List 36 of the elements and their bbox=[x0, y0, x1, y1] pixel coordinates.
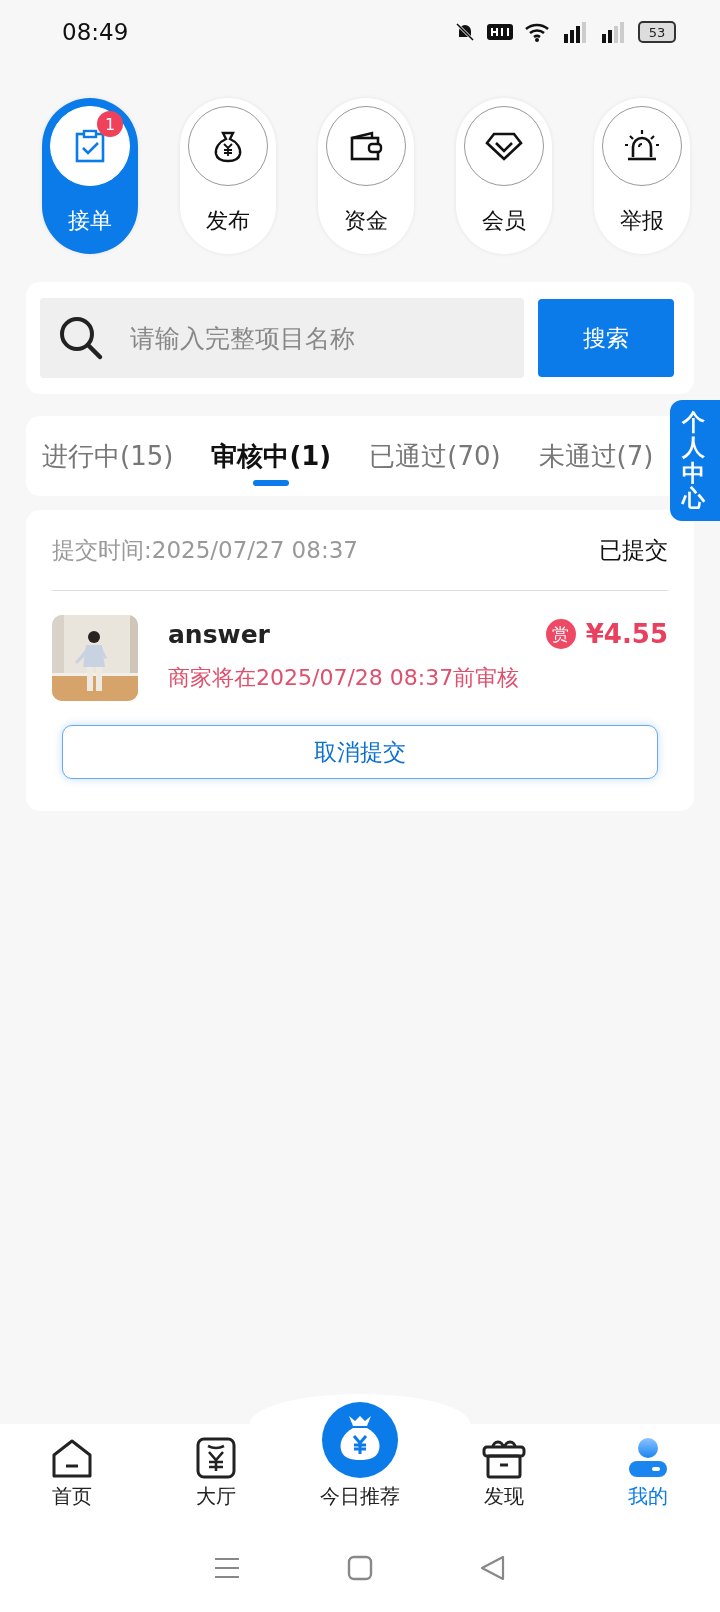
home-icon bbox=[51, 1437, 93, 1479]
money-bag-icon bbox=[321, 1401, 399, 1479]
nav-tab[interactable]: 我的 bbox=[576, 1437, 720, 1510]
personal-center-tab[interactable]: 个人中心 bbox=[670, 400, 720, 522]
search-button[interactable]: 搜索 bbox=[538, 299, 674, 377]
bell-muted-icon bbox=[454, 21, 476, 43]
task-title: answer bbox=[168, 619, 271, 649]
nav-tab[interactable]: 首页 bbox=[0, 1437, 144, 1510]
count-badge: 1 bbox=[97, 111, 123, 137]
hd-icon bbox=[486, 22, 514, 42]
menu-icon[interactable] bbox=[213, 1556, 240, 1580]
status-time: 08:49 bbox=[62, 19, 129, 45]
shortcut-button[interactable]: 发布 bbox=[180, 98, 276, 254]
user-icon bbox=[627, 1437, 669, 1479]
reward-price: ¥4.55 bbox=[585, 619, 668, 649]
status-tab[interactable]: 进行中(15) bbox=[42, 416, 174, 496]
nav-tab[interactable]: 大厅 bbox=[144, 1437, 288, 1510]
status-tab[interactable]: 已通过(70) bbox=[369, 416, 501, 496]
yen-receipt-icon bbox=[195, 1437, 237, 1479]
home-square-icon[interactable] bbox=[347, 1555, 373, 1581]
status-tab[interactable]: 未通过(7) bbox=[538, 416, 654, 496]
battery-indicator: 53 bbox=[638, 21, 676, 43]
status-tab[interactable]: 审核中(1) bbox=[211, 416, 332, 496]
review-deadline: 商家将在2025/07/28 08:37前审核 bbox=[168, 664, 521, 692]
shortcut-button[interactable]: 资金 bbox=[318, 98, 414, 254]
back-icon[interactable] bbox=[480, 1555, 507, 1581]
shortcut-button[interactable]: 会员 bbox=[456, 98, 552, 254]
task-status: 已提交 bbox=[599, 535, 668, 565]
nav-tab[interactable]: 今日推荐 bbox=[288, 1401, 432, 1510]
submit-time: 提交时间:2025/07/27 08:37 bbox=[52, 535, 358, 565]
reward-badge: 赏 bbox=[545, 619, 576, 649]
search-field[interactable]: 请输入完整项目名称 bbox=[40, 298, 524, 378]
shortcut-button[interactable]: 1 接单 bbox=[42, 98, 138, 254]
shortcut-button[interactable]: 举报 bbox=[594, 98, 690, 254]
nav-tab[interactable]: 发现 bbox=[432, 1437, 576, 1510]
cancel-submission-button[interactable]: 取消提交 bbox=[62, 725, 658, 779]
